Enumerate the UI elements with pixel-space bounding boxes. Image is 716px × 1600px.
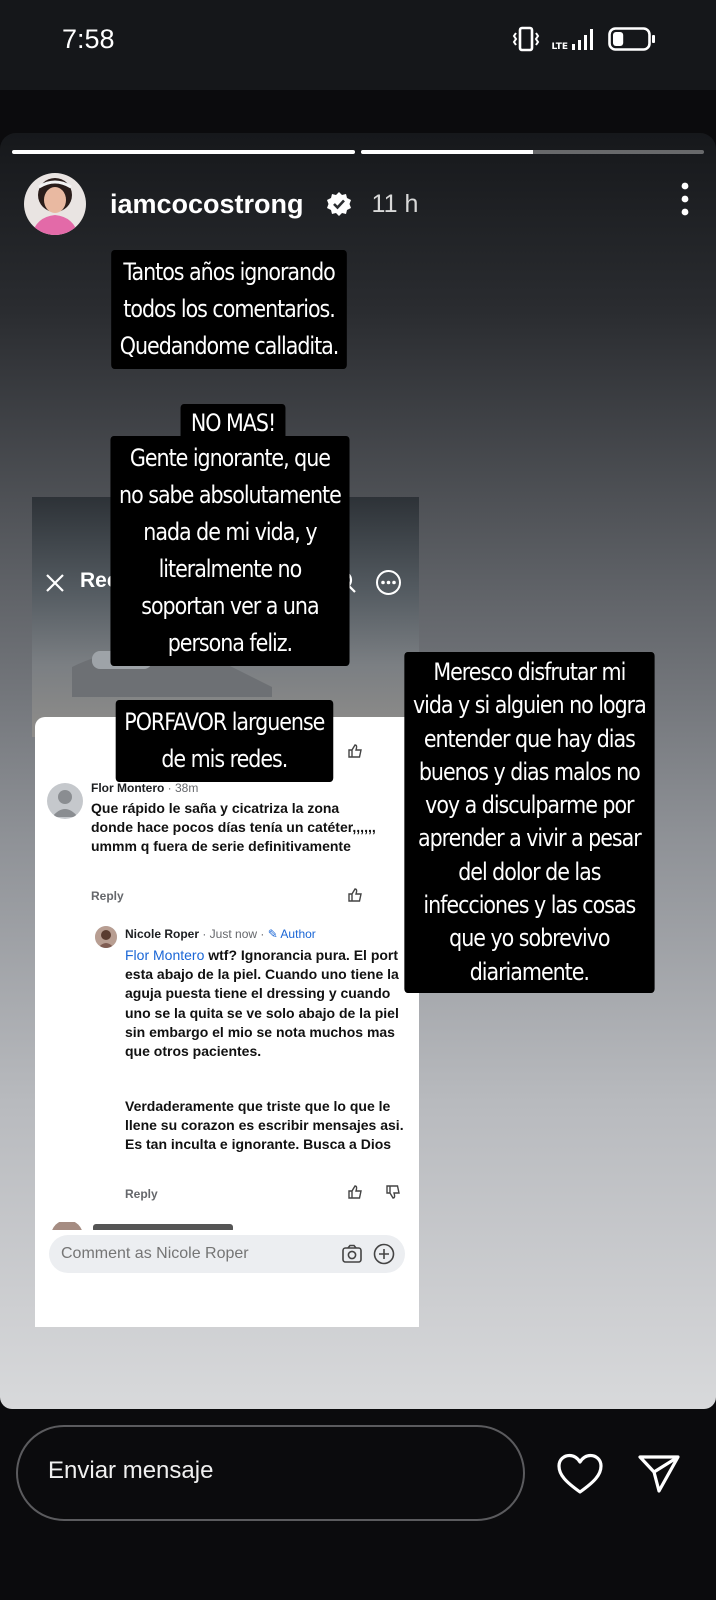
heart-icon[interactable] [556, 1453, 604, 1495]
story-text-line: entender que hay dias [423, 724, 636, 753]
story-text-line: soportan ver a una [141, 592, 319, 620]
vibrate-icon [513, 26, 540, 52]
send-icon[interactable] [637, 1453, 681, 1495]
story-text-line: que yo sobrevivo [449, 924, 610, 953]
options-icon [376, 570, 401, 595]
status-time: 7:58 [62, 24, 115, 54]
story-header: iamcocostrong 11 h [24, 173, 692, 235]
story-text-line: literalmente no [158, 555, 303, 583]
reply-text: Flor Montero wtf? Ignorancia pura. El po… [125, 946, 407, 1061]
story-text-line: persona feliz. [167, 629, 293, 657]
story-text-line: no sabe absolutamente [119, 481, 342, 509]
network-type: LTE [551, 42, 568, 52]
story-text-line: Tantos años ignorando [123, 258, 335, 286]
story-text-line: infecciones y las cosas [423, 891, 636, 920]
close-icon [46, 574, 64, 592]
story-text-line: vida y si alguien no logra [412, 691, 647, 720]
reply-link: Reply [91, 889, 124, 903]
avatar[interactable] [24, 173, 86, 235]
reply-author: Nicole Roper · Just now · ✎ Author [125, 927, 316, 941]
more-icon[interactable] [678, 181, 692, 217]
comment-author-name: Flor Montero [91, 781, 165, 795]
story-text-line: PORFAVOR larguense [124, 708, 325, 736]
progress-fill [12, 150, 355, 154]
story-username[interactable]: iamcocostrong [110, 189, 304, 220]
story-text-line: nada de mi vida, y [143, 518, 317, 546]
story-text-4: Meresco disfrutar mi vida y si alguien n… [404, 652, 655, 993]
cut-off-comment [52, 1222, 233, 1230]
comment-meta: · 38m [164, 781, 199, 795]
comments-panel: Re Flor Montero · 38m Que rápido le saña… [35, 717, 419, 1327]
status-icons: LTE [511, 26, 656, 52]
bottom-bar: Enviar mensaje [0, 1409, 716, 1600]
reply-text-part-2: Verdaderamente que triste que lo que le … [125, 1098, 404, 1153]
story-text-line: aprender a vivir a pesar [417, 824, 642, 853]
story-progress [12, 150, 704, 154]
story-text-line: diariamente. [469, 957, 590, 986]
status-bar: 7:58 LTE [0, 0, 716, 90]
story-text-1: Tantos años ignorando todos los comentar… [111, 250, 347, 369]
mention-link: Flor Montero [125, 947, 205, 963]
story-text-2: Gente ignorante, que no sabe absolutamen… [110, 436, 350, 666]
story-text-line: todos los comentarios. [123, 295, 336, 323]
progress-segment [12, 150, 355, 154]
like-icon [348, 888, 362, 902]
comment-author: Flor Montero · 38m [91, 781, 198, 795]
message-input[interactable]: Enviar mensaje [16, 1425, 525, 1521]
story-text-line: del dolor de las [458, 857, 601, 886]
story-text-3: PORFAVOR larguense de mis redes. [115, 700, 333, 782]
signal-icon [572, 29, 593, 50]
camera-icon[interactable] [341, 1243, 363, 1265]
message-placeholder: Enviar mensaje [48, 1457, 214, 1484]
dislike-icon [386, 1185, 400, 1199]
comment-text: Que rápido le saña y cicatriza la zona d… [91, 800, 376, 855]
reply-link: Reply [125, 1187, 158, 1201]
like-icon [348, 744, 362, 758]
story-text-line: de mis redes. [161, 745, 288, 773]
story-text-line: Meresco disfrutar mi [433, 658, 626, 686]
verified-icon [326, 192, 351, 216]
comment-input[interactable] [61, 1245, 331, 1263]
progress-fill [361, 150, 533, 154]
story-text-line: Quedandome calladita. [119, 332, 340, 360]
story-text-line: buenos y dias malos no [418, 757, 641, 786]
reply-author-name: Nicole Roper [125, 927, 200, 941]
progress-segment [361, 150, 704, 154]
story-text-line: Gente ignorante, que [129, 444, 331, 472]
add-icon[interactable] [373, 1243, 395, 1265]
commenter-avatar [47, 783, 83, 819]
story-card[interactable]: iamcocostrong 11 h Ree Flor Montero · 38… [0, 133, 716, 1409]
like-icon [348, 1185, 362, 1199]
reply-text-part-1: wtf? Ignorancia pura. El port esta abajo… [125, 947, 399, 1060]
author-badge: ✎ Author [267, 927, 316, 941]
reply-meta: · Just now · [199, 927, 268, 941]
battery-icon [608, 27, 655, 51]
story-time: 11 h [371, 189, 419, 218]
story-text-line: voy a disculparme por [425, 791, 634, 820]
comment-composer[interactable] [49, 1235, 405, 1273]
replier-avatar [95, 926, 117, 948]
